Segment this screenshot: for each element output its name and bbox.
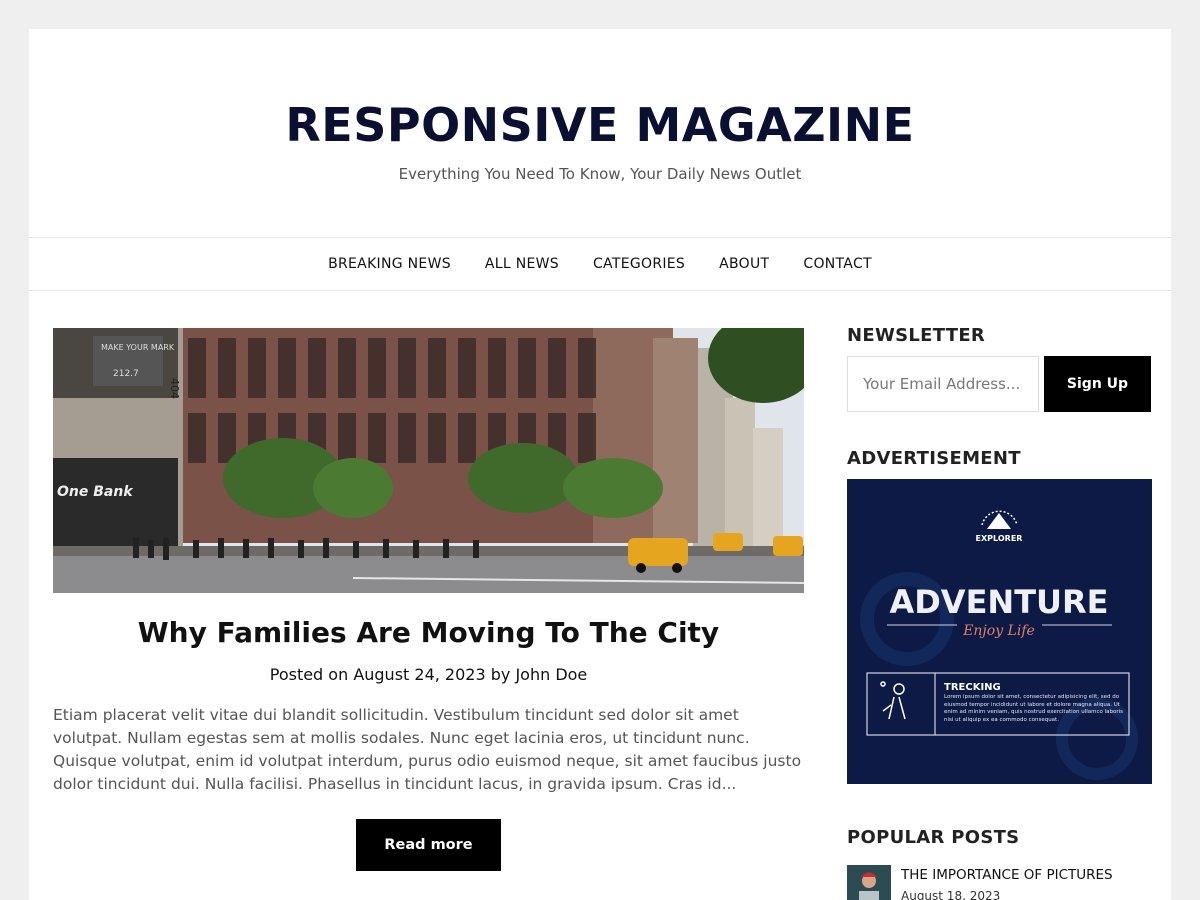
signup-button[interactable]: Sign Up bbox=[1044, 356, 1151, 412]
popular-post-thumbnail[interactable] bbox=[847, 865, 891, 900]
popular-posts-title: POPULAR POSTS bbox=[847, 827, 1020, 848]
advertisement-banner[interactable]: EXPLORER ADVENTURE Enjoy Life TRECKING L… bbox=[847, 479, 1152, 784]
ad-box-text: Lorem ipsum dolor sit amet, consectetur … bbox=[944, 694, 1124, 723]
nav-item-contact[interactable]: CONTACT bbox=[803, 256, 872, 272]
window-sign-number: 212.7 bbox=[113, 369, 139, 379]
main-content: MAKE YOUR MARK 212.7 404 One Bank Why Fa… bbox=[53, 328, 804, 871]
city-street-illustration: MAKE YOUR MARK 212.7 404 One Bank bbox=[53, 328, 804, 593]
ad-box-title: TRECKING bbox=[944, 682, 1001, 693]
advertisement-widget: ADVERTISEMENT EXPLORER ADVENTURE Enjoy L bbox=[847, 448, 1152, 784]
sidebar: NEWSLETTER Sign Up ADVERTISEMENT E bbox=[847, 325, 1152, 900]
newsletter-form: Sign Up bbox=[847, 356, 1152, 412]
nav-item-about[interactable]: ABOUT bbox=[719, 256, 769, 272]
popular-post-date: August 18, 2023 bbox=[901, 889, 1001, 900]
post-meta: Posted on August 24, 2023 by John Doe bbox=[269, 665, 588, 684]
adventure-ad-graphic: EXPLORER ADVENTURE Enjoy Life TRECKING L… bbox=[847, 479, 1152, 784]
popular-post-title[interactable]: THE IMPORTANCE OF PICTURES bbox=[901, 867, 1113, 883]
ad-logo-text: EXPLORER bbox=[976, 534, 1023, 543]
nav-item-breaking-news[interactable]: BREAKING NEWS bbox=[328, 256, 451, 272]
advertisement-title: ADVERTISEMENT bbox=[847, 448, 1021, 469]
post-title[interactable]: Why Families Are Moving To The City bbox=[53, 616, 804, 649]
post-card: MAKE YOUR MARK 212.7 404 One Bank Why Fa… bbox=[53, 328, 804, 871]
popular-posts-widget: POPULAR POSTS THE IMPORTANCE OF PICTURES… bbox=[847, 827, 1152, 900]
post-excerpt: Etiam placerat velit vitae dui blandit s… bbox=[53, 706, 802, 793]
nav-item-categories[interactable]: CATEGORIES bbox=[593, 256, 685, 272]
popular-post-text: THE IMPORTANCE OF PICTURES August 18, 20… bbox=[901, 865, 1113, 900]
nav-item-all-news[interactable]: ALL NEWS bbox=[485, 256, 559, 272]
bank-sign: One Bank bbox=[57, 484, 134, 500]
newsletter-widget: NEWSLETTER Sign Up bbox=[847, 325, 1152, 412]
site-header: RESPONSIVE MAGAZINE Everything You Need … bbox=[29, 29, 1171, 237]
post-hero-image[interactable]: MAKE YOUR MARK 212.7 404 One Bank bbox=[53, 328, 804, 593]
newsletter-title: NEWSLETTER bbox=[847, 325, 986, 346]
page-container: RESPONSIVE MAGAZINE Everything You Need … bbox=[29, 29, 1171, 900]
main-nav: BREAKING NEWS ALL NEWS CATEGORIES ABOUT … bbox=[29, 237, 1171, 291]
building-number: 404 bbox=[168, 378, 181, 399]
read-more-button[interactable]: Read more bbox=[356, 819, 501, 871]
site-tagline: Everything You Need To Know, Your Daily … bbox=[398, 165, 802, 183]
email-input[interactable] bbox=[847, 356, 1039, 412]
ad-script-text: Enjoy Life bbox=[962, 623, 1035, 639]
window-sign-text: MAKE YOUR MARK bbox=[101, 343, 175, 352]
ad-headline: ADVENTURE bbox=[889, 583, 1108, 621]
popular-post-item[interactable]: THE IMPORTANCE OF PICTURES August 18, 20… bbox=[847, 865, 1152, 900]
site-title[interactable]: RESPONSIVE MAGAZINE bbox=[29, 29, 1171, 151]
